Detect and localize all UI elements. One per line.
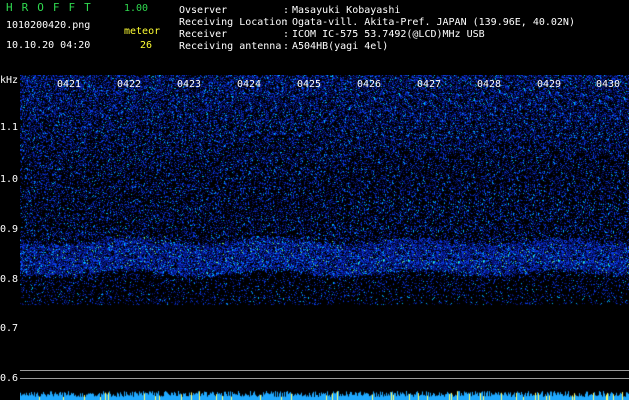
y-tick-label: 0.8 <box>0 274 19 285</box>
y-tick-label: 1.1 <box>0 122 19 133</box>
x-tick-label: 0427 <box>417 79 442 90</box>
info-sep: : <box>283 41 290 52</box>
info-value-location: Ogata-vill. Akita-Pref. JAPAN (139.96E, … <box>292 17 575 28</box>
y-tick-label: 0.9 <box>0 224 19 235</box>
y-tick-label: 1.0 <box>0 174 19 185</box>
x-tick-label: 0429 <box>537 79 562 90</box>
spectrogram-plot <box>20 75 629 400</box>
x-tick-label: 0423 <box>177 79 202 90</box>
y-tick-label: 0.6 <box>0 373 19 384</box>
meteor-count: 26 <box>140 40 153 51</box>
info-value-observer: Masayuki Kobayashi <box>292 5 401 16</box>
info-sep: : <box>283 29 290 40</box>
info-label-receiver: Receiver <box>179 29 228 40</box>
x-tick-label: 0426 <box>357 79 382 90</box>
meteor-label: meteor <box>124 26 161 37</box>
x-tick-label: 0421 <box>57 79 82 90</box>
x-tick-label: 0430 <box>596 79 621 90</box>
y-axis-unit: kHz <box>0 75 19 86</box>
app-version: 1.00 <box>124 3 149 14</box>
info-label-observer: Ovserver <box>179 5 228 16</box>
app-title: HROFFT <box>6 1 100 14</box>
info-value-antenna: A504HB(yagi 4el) <box>292 41 389 52</box>
filename: 1010200420.png <box>6 20 91 31</box>
info-sep: : <box>283 17 290 28</box>
datetime: 10.10.20 04:20 <box>6 40 91 51</box>
x-tick-label: 0422 <box>117 79 142 90</box>
info-label-location: Receiving Location <box>179 17 288 28</box>
x-tick-label: 0428 <box>477 79 502 90</box>
reference-line <box>20 370 629 371</box>
reference-line <box>20 378 629 379</box>
info-label-antenna: Receiving antenna <box>179 41 282 52</box>
info-sep: : <box>283 5 290 16</box>
x-tick-label: 0425 <box>297 79 322 90</box>
info-value-receiver: ICOM IC-575 53.7492(@LCD)MHz USB <box>292 29 485 40</box>
header-panel: HROFFT 1.00 1010200420.png 10.10.20 04:2… <box>0 0 629 75</box>
spectrogram-canvas <box>20 75 629 400</box>
y-tick-label: 0.7 <box>0 323 19 334</box>
x-tick-label: 0424 <box>237 79 262 90</box>
